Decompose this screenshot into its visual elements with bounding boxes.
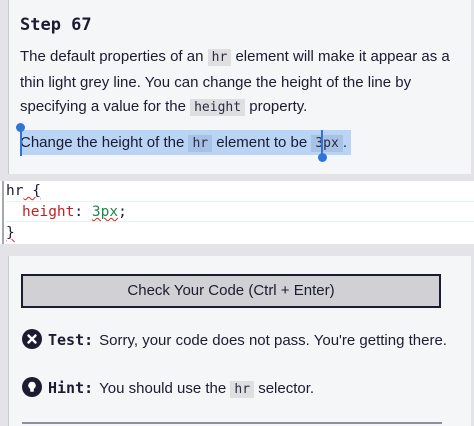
- description-text: The default properties of an: [20, 48, 208, 65]
- css-colon: :: [74, 204, 92, 220]
- code-editor[interactable]: hr { height: 3px; }: [0, 181, 474, 244]
- task-text: element to be: [212, 134, 312, 151]
- code-line-2[interactable]: height: 3px;: [22, 202, 127, 222]
- css-selector: hr: [6, 183, 24, 199]
- inline-code-hr: hr: [188, 135, 213, 152]
- description-text: property.: [245, 98, 308, 115]
- lightbulb-icon: [22, 377, 42, 397]
- check-code-button[interactable]: Check Your Code (Ctrl + Enter): [21, 274, 441, 308]
- hint-text: You should use the: [99, 380, 231, 397]
- hint-label: Hint:: [48, 379, 94, 397]
- code-line-1[interactable]: hr {: [6, 181, 41, 201]
- css-close-brace: }: [6, 225, 15, 241]
- test-label: Test:: [48, 331, 94, 349]
- task-text: .: [342, 134, 348, 151]
- hint-text: selector.: [254, 380, 315, 397]
- editor-gutter: [2, 181, 4, 244]
- inline-code-hr: hr: [207, 49, 232, 66]
- selection-start-bar: [20, 127, 22, 156]
- step-title: Step 67: [20, 15, 92, 35]
- inline-code-hr: hr: [230, 381, 255, 398]
- test-message: Sorry, your code does not pass. You're g…: [99, 332, 447, 349]
- code-line-3[interactable]: }: [6, 223, 15, 243]
- selection-end-handle[interactable]: [318, 153, 327, 162]
- css-value: 3px: [91, 204, 119, 220]
- task-text: Change the height of the: [20, 134, 189, 151]
- css-open-brace: {: [23, 183, 41, 199]
- css-semicolon: ;: [118, 204, 127, 220]
- inline-code-height: height: [190, 99, 246, 116]
- close-circle-icon: [22, 329, 42, 349]
- step-description: The default properties of an hr element …: [20, 45, 450, 121]
- inline-code-value: 3px: [311, 135, 343, 152]
- css-property: height: [22, 204, 75, 220]
- task-instruction[interactable]: Change the height of the hr element to b…: [20, 130, 352, 155]
- test-result: Test: Sorry, your code does not pass. You…: [22, 329, 447, 352]
- divider: [22, 422, 442, 424]
- hint: Hint: You should use the hr selector.: [22, 377, 314, 401]
